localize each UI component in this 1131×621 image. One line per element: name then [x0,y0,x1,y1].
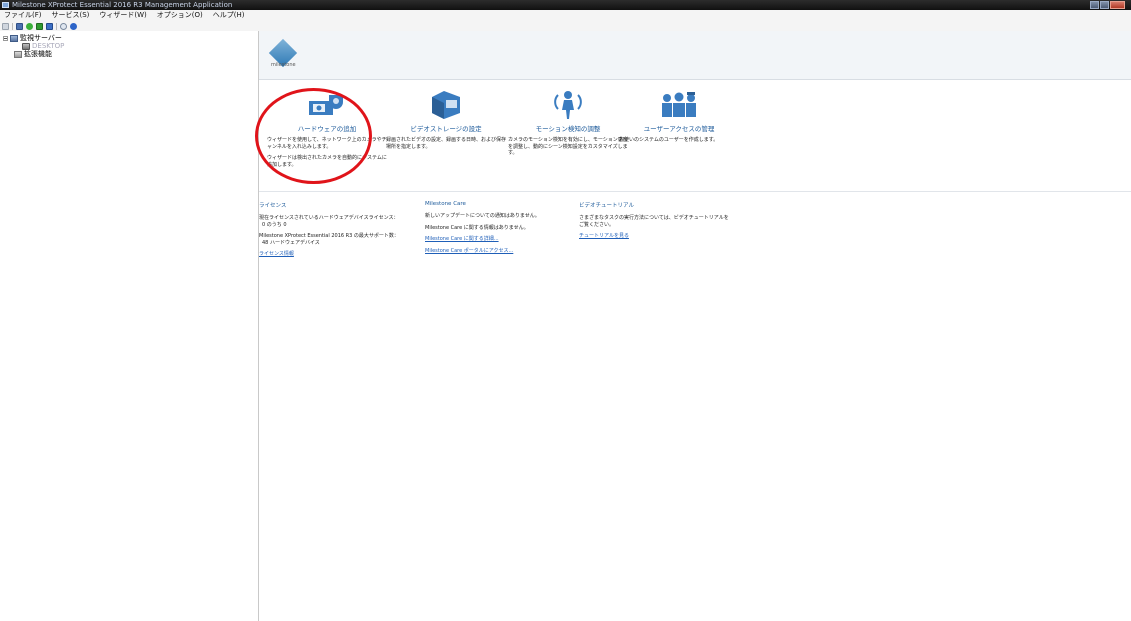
task-motion-detection[interactable]: モーション検知の調整 カメラのモーション検知を有効にし、モーション感度を調整し、… [508,89,628,157]
menu-help[interactable]: ヘルプ(H) [213,10,245,21]
banner: milestone [259,31,1131,80]
tree-item-extensions[interactable]: 拡張機能 [14,50,52,58]
tutorial-text: さまざまなタスクの実行方法については、ビデオチュートリアルをご覧ください。 [579,215,729,228]
window-controls [1089,1,1125,9]
server-icon [10,34,18,42]
license-section: ライセンス 現在ライセンスされているハードウェアデバイスライセンス： 0 のうち… [259,201,409,263]
refresh-icon[interactable] [60,22,67,30]
users-icon [659,89,699,121]
maximize-button[interactable] [1100,1,1109,9]
menu-file[interactable]: ファイル(F) [4,10,42,21]
license-heading: ライセンス [259,203,287,209]
management-application-window: Milestone XProtect Essential 2016 R3 Man… [0,0,1131,621]
toolbar-separator [56,22,57,30]
license-current-value: 0 のうち 0 [262,221,287,228]
care-portal-link[interactable]: Milestone Care ポータルにアクセス... [425,248,575,255]
task-title[interactable]: モーション検知の調整 [508,123,628,133]
extensions-icon [14,50,22,58]
start-service-icon[interactable] [26,22,33,30]
back-icon[interactable] [2,22,9,30]
milestone-care-section: Milestone Care 新しいアップデートについての通知はありません。 M… [425,201,575,259]
care-info-text: Milestone Care に関する情報はありません。 [425,224,529,231]
task-description: 録画されたビデオの設定、録画する日時、および保存場所を指定します。 [386,137,507,150]
window-title: Milestone XProtect Essential 2016 R3 Man… [12,1,233,9]
care-details-link[interactable]: Milestone Care に関する詳細... [425,236,575,243]
add-hardware-icon[interactable] [36,22,43,30]
collapse-icon[interactable] [3,35,8,41]
minimize-button[interactable] [1090,1,1099,9]
app-icon [2,2,9,8]
tree-item-extensions-label: 拡張機能 [24,50,52,58]
close-button[interactable] [1110,1,1125,9]
menu-services[interactable]: サービス(S) [52,10,90,21]
license-max-label: Milestone XProtect Essential 2016 R3 の最大… [259,233,399,239]
motion-detection-icon [548,89,588,121]
red-circle-annotation [255,88,372,184]
menu-bar: ファイル(F) サービス(S) ウィザード(W) オプション(O) ヘルプ(H) [0,10,1131,21]
storage-icon [426,89,466,121]
toolbar-separator [12,22,13,30]
task-user-access[interactable]: ユーザーアクセスの管理 お使いのシステムのユーザーを作成します。 [619,89,739,144]
license-info-link[interactable]: ライセンス情報 [259,251,409,258]
tutorial-link[interactable]: チュートリアルを見る [579,233,729,240]
license-current: 現在ライセンスされているハードウェアデバイスライセンス： 0 のうち 0 [259,215,409,228]
help-icon[interactable] [70,22,77,30]
toolbar [0,21,1131,31]
task-title[interactable]: ビデオストレージの設定 [386,123,506,133]
video-tutorial-section: ビデオチュートリアル さまざまなタスクの実行方法については、ビデオチュートリアル… [579,201,729,245]
main-content: milestone ハードウェアの追加 ウィザードを使用して、ネットワーク上のカ… [259,31,1131,621]
tutorial-heading: ビデオチュートリアル [579,203,634,209]
logo-text: milestone [271,62,296,68]
section-divider [259,191,1131,192]
monitor-icon[interactable] [46,22,53,30]
save-icon[interactable] [16,22,23,30]
care-update-text: 新しいアップデートについての通知はありません。 [425,213,540,219]
title-bar: Milestone XProtect Essential 2016 R3 Man… [0,0,1131,10]
task-title[interactable]: ユーザーアクセスの管理 [619,123,739,133]
task-description: カメラのモーション検知を有効にし、モーション感度を調整し、動的にシーン検知設定を… [508,137,628,156]
license-current-label: 現在ライセンスされているハードウェアデバイスライセンス： [259,215,399,221]
navigation-tree: 監視サーバー DESKTOP 拡張機能 [0,31,259,621]
license-max-value: 48 ハードウェアデバイス [262,239,320,246]
license-max: Milestone XProtect Essential 2016 R3 の最大… [259,233,409,246]
care-heading: Milestone Care [425,201,466,207]
task-description: お使いのシステムのユーザーを作成します。 [619,137,719,143]
menu-options[interactable]: オプション(O) [157,10,203,21]
task-video-storage[interactable]: ビデオストレージの設定 録画されたビデオの設定、録画する日時、および保存場所を指… [386,89,506,150]
tree-item-root[interactable]: 監視サーバー [3,34,62,42]
menu-wizards[interactable]: ウィザード(W) [99,10,146,21]
